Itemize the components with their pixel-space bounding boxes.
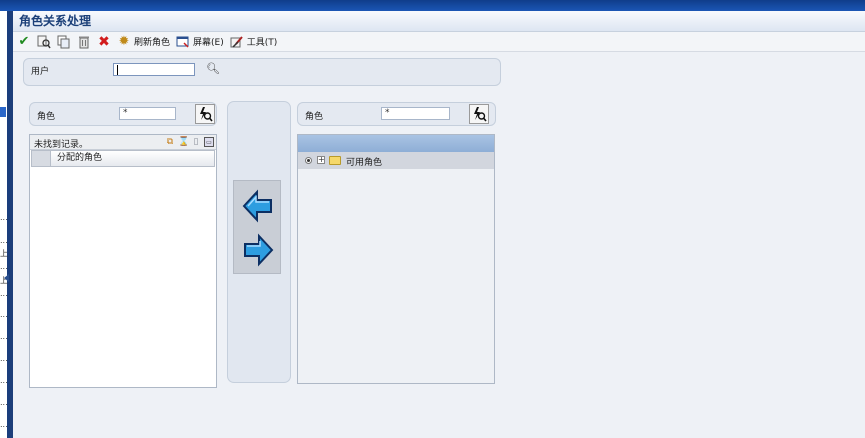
role-label: 角色 (37, 112, 56, 122)
side-mark: ... (0, 398, 8, 407)
text-caret (117, 65, 118, 75)
available-role-filter: 角色 * (297, 102, 496, 126)
select-all-cell[interactable] (32, 151, 51, 166)
tree-header (298, 135, 494, 152)
assigned-roles-grid: 未找到记录。 ⧉ ⌛ ▯ ▭ 分配的角色 (29, 134, 217, 388)
assigned-role-query-button[interactable] (195, 104, 215, 124)
tools-menu-label: 工具(T) (246, 38, 278, 48)
cancel-button[interactable]: ✖ (97, 33, 111, 51)
search-icon[interactable]: 🔍︎ (206, 62, 220, 75)
side-mark: ... (0, 354, 8, 363)
move-right-arrow-icon[interactable] (242, 233, 274, 267)
grid-column-header: 分配的角色 (31, 150, 215, 167)
side-mark: 上 (0, 249, 8, 258)
search-doc-icon (37, 35, 51, 49)
lightning-search-icon (200, 107, 213, 122)
no-records-message: 未找到记录。 (34, 140, 89, 150)
column-assigned-roles[interactable]: 分配的角色 (51, 151, 102, 166)
check-icon: ✔ (18, 33, 30, 49)
expand-icon[interactable]: + (317, 156, 325, 164)
app-window: 角色关系处理 ✔ ✖ ✹ 刷新角色 屏幕(E) 工具(T) 用户 🔍︎ 角色 *… (13, 11, 865, 438)
side-mark: ... (0, 332, 8, 341)
tools-icon (230, 35, 244, 49)
maximize-icon[interactable]: ▭ (204, 137, 214, 147)
side-mark: ... (0, 236, 8, 245)
user-label: 用户 (31, 67, 50, 77)
copy-icon (57, 35, 71, 49)
screen-menu-button[interactable]: 屏幕(E) (176, 33, 224, 51)
side-mark: ... (0, 289, 8, 298)
available-roles-tree: + 可用角色 (297, 134, 495, 384)
trash-icon (77, 35, 91, 49)
available-role-query-button[interactable] (469, 104, 489, 124)
print-icon[interactable]: ▯ (191, 137, 201, 147)
toolbar: ✔ ✖ ✹ 刷新角色 屏幕(E) 工具(T) (13, 32, 865, 52)
side-mark: ... (0, 213, 8, 222)
export-icon[interactable]: ⧉ (165, 137, 175, 147)
refresh-roles-label: 刷新角色 (134, 38, 171, 48)
page-title: 角色关系处理 (19, 14, 92, 28)
close-x-icon: ✖ (98, 33, 110, 50)
tree-item-label: 可用角色 (346, 158, 383, 168)
copy-button[interactable] (57, 33, 71, 51)
move-left-arrow-icon[interactable] (242, 189, 274, 223)
radio-button[interactable] (305, 157, 312, 164)
tree-item[interactable]: + 可用角色 (298, 152, 494, 169)
refresh-roles-button[interactable]: ✹ 刷新角色 (117, 33, 170, 51)
side-mark: ... (0, 310, 8, 319)
filter-icon[interactable]: ⌛ (178, 137, 189, 147)
role-label: 角色 (305, 112, 324, 122)
side-mark: ... (0, 420, 8, 429)
assigned-role-filter: 角色 * (29, 102, 217, 126)
gear-icon: ✹ (118, 33, 130, 49)
find-button[interactable] (37, 33, 51, 51)
user-input[interactable] (113, 63, 195, 76)
side-mark: ... (0, 376, 8, 385)
lightning-search-icon (474, 107, 487, 122)
screen-icon (176, 35, 190, 49)
user-filter-panel: 用户 🔍︎ (23, 58, 501, 86)
side-mark: ... (0, 262, 8, 271)
screen-menu-label: 屏幕(E) (193, 38, 224, 48)
transfer-buttons (233, 180, 281, 274)
assigned-role-input[interactable]: * (119, 107, 176, 120)
available-role-input[interactable]: * (381, 107, 450, 120)
side-tab-indicator[interactable] (0, 107, 6, 117)
title-bar: 角色关系处理 (13, 11, 865, 32)
top-bar (0, 0, 865, 11)
collapse-handle-icon[interactable] (4, 274, 9, 282)
ok-button[interactable]: ✔ (17, 33, 31, 51)
delete-button[interactable] (77, 33, 91, 51)
left-side-strip: ... ... 上 ... 上 ... ... ... ... ... ... … (0, 11, 10, 438)
folder-icon (329, 156, 341, 165)
grid-header-bar: 未找到记录。 ⧉ ⌛ ▯ ▭ (30, 135, 216, 150)
tools-menu-button[interactable]: 工具(T) (230, 33, 278, 51)
